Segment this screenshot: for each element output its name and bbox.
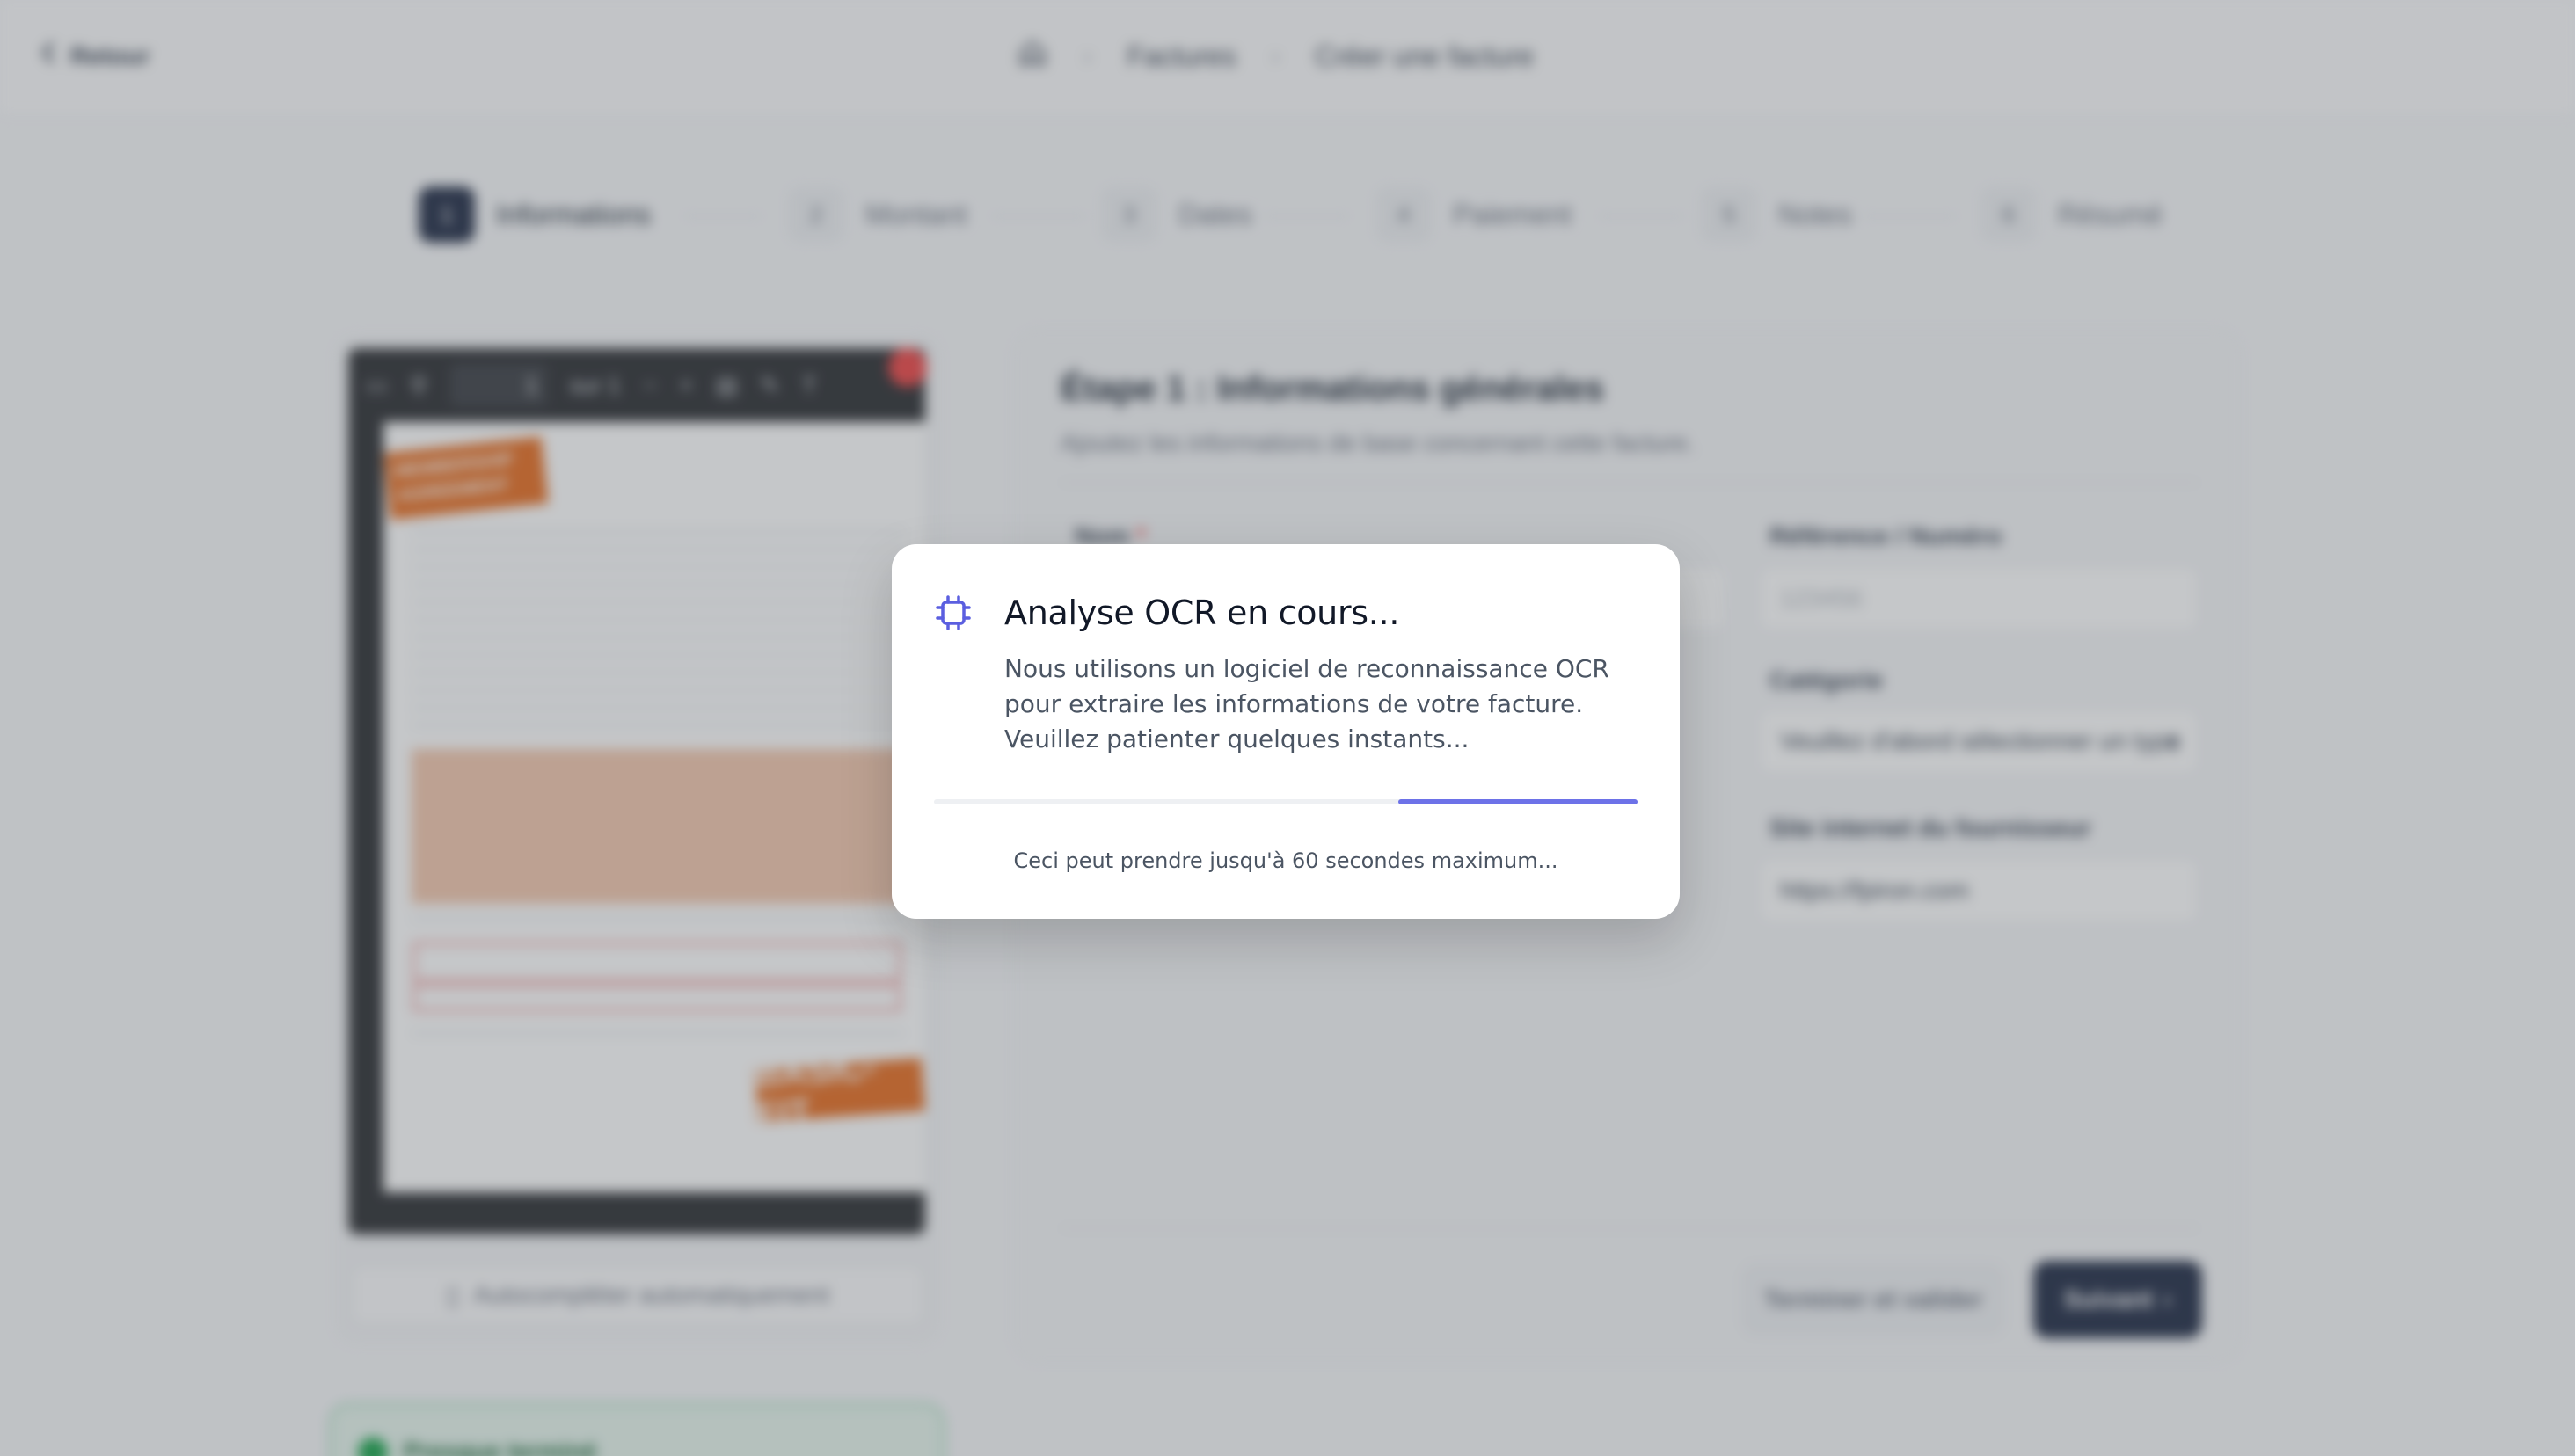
modal-description: Nous utilisons un logiciel de reconnaiss… (1004, 654, 1609, 753)
modal-note: Ceci peut prendre jusqu'à 60 secondes ma… (1013, 848, 1558, 873)
ocr-progress-fill (1398, 799, 1638, 804)
modal-title: Analyse OCR en cours... (1004, 593, 1400, 632)
ocr-progress-bar (934, 799, 1638, 804)
ocr-progress-modal: Analyse OCR en cours... Nous utilisons u… (892, 544, 1680, 919)
cpu-chip-icon (934, 593, 973, 632)
